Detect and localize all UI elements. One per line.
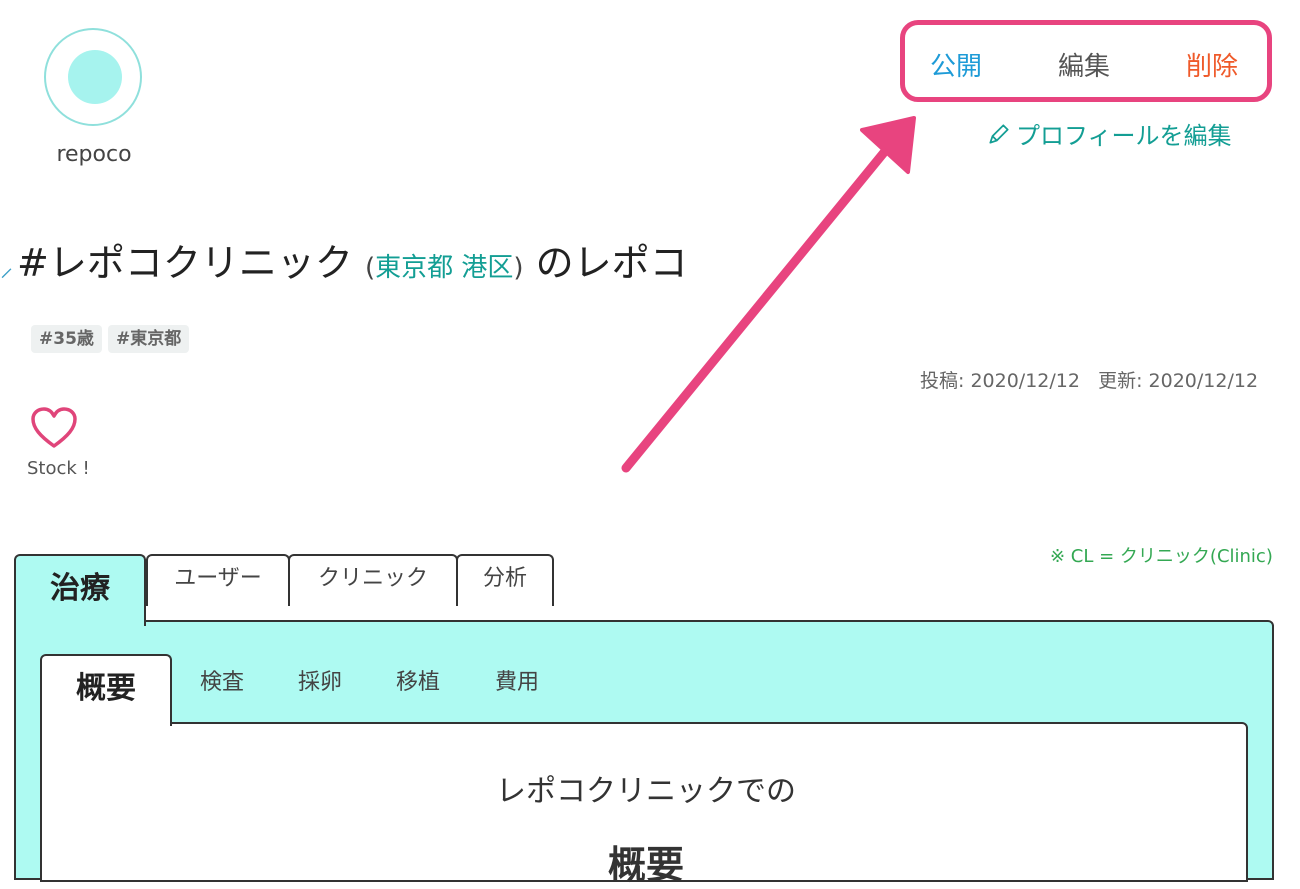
content-subtitle: レポコクリニックでの — [496, 774, 796, 809]
delete-button[interactable]: 削除 — [1186, 46, 1238, 83]
tab-user[interactable]: ユーザー — [146, 554, 290, 606]
subtab-overview[interactable]: 概要 — [40, 654, 172, 726]
updated-date: 更新: 2020/12/12 — [1098, 370, 1259, 392]
subtab-cost[interactable]: 費用 — [495, 664, 539, 696]
avatar[interactable] — [44, 28, 142, 126]
subtab-egg-retrieval[interactable]: 採卵 — [298, 664, 342, 696]
publish-button[interactable]: 公開 — [930, 46, 982, 83]
profile-edit-link[interactable]: プロフィールを編集 — [986, 116, 1232, 151]
truncated-mark: ⸝ — [0, 253, 14, 283]
title-paren-open: ( — [364, 253, 376, 283]
page-title: ⸝ #レポコクリニック (東京都 港区) のレポコ — [0, 232, 688, 287]
title-clinic: #レポコクリニック — [17, 241, 353, 285]
abbreviation-note: ※ CL = クリニック(Clinic) — [1050, 546, 1273, 567]
stock-label: Stock ! — [27, 458, 90, 479]
title-location-link[interactable]: 東京都 港区 — [375, 253, 513, 283]
post-dates: 投稿: 2020/12/12 更新: 2020/12/12 — [920, 366, 1258, 393]
tag-prefecture[interactable]: #東京都 — [108, 325, 190, 353]
username[interactable]: repoco — [44, 142, 144, 167]
subtab-transfer[interactable]: 移植 — [396, 664, 440, 696]
content-heading: 概要 — [607, 843, 684, 887]
tab-treatment[interactable]: 治療 — [14, 554, 146, 626]
avatar-image — [68, 50, 122, 104]
tab-clinic[interactable]: クリニック — [288, 554, 458, 606]
edit-button[interactable]: 編集 — [1058, 46, 1110, 83]
title-paren-close: ) — [513, 253, 524, 283]
profile-edit-label: プロフィールを編集 — [1016, 122, 1232, 150]
subtab-test[interactable]: 検査 — [200, 664, 244, 696]
title-suffix: のレポコ — [535, 241, 688, 285]
heart-icon[interactable] — [30, 406, 78, 454]
tab-analysis[interactable]: 分析 — [456, 554, 554, 606]
tag-age[interactable]: #35歳 — [31, 325, 102, 353]
pencil-icon — [989, 123, 1009, 144]
posted-date: 投稿: 2020/12/12 — [920, 370, 1080, 392]
content-card: レポコクリニックでの 概要 — [40, 722, 1248, 887]
